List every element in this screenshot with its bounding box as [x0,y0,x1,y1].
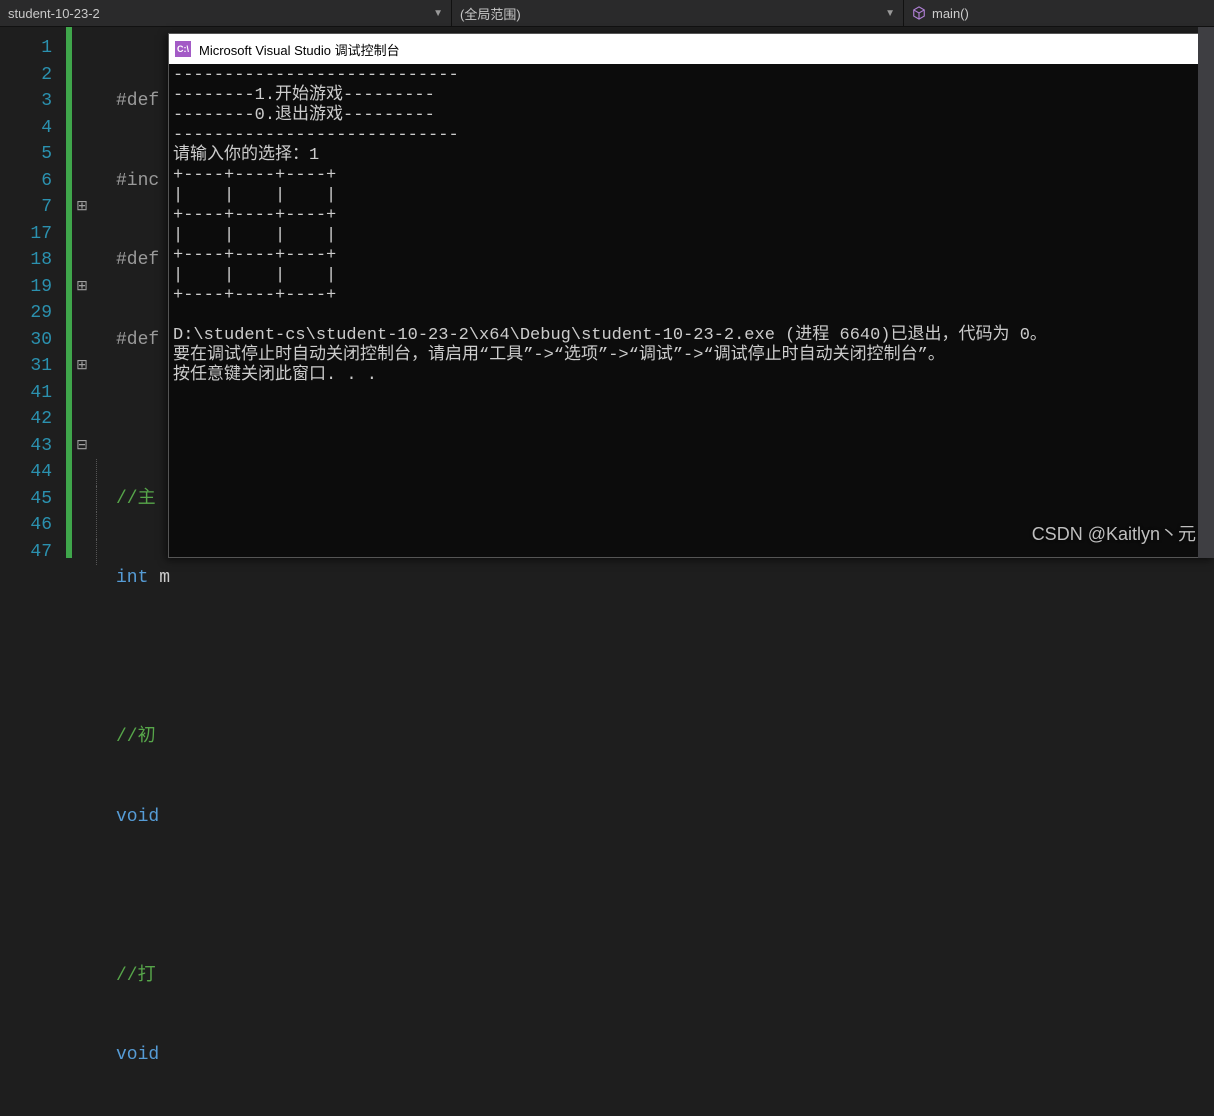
fold-toggle[interactable] [72,512,92,539]
code-token: void [116,1045,159,1065]
code-token: //初 [116,727,156,747]
code-token: #def [116,91,159,111]
console-title-label: Microsoft Visual Studio 调试控制台 [199,40,400,59]
fold-toggle[interactable]: ⊞ [72,194,92,221]
cube-icon [912,6,926,20]
file-selector[interactable]: student-10-23-2 ▼ [0,0,452,26]
fold-toggle[interactable] [72,62,92,89]
line-number: 44 [0,459,52,486]
fold-toggle[interactable]: ⊞ [72,353,92,380]
chevron-down-icon: ▼ [433,8,443,19]
chevron-down-icon: ▼ [885,8,895,19]
line-number: 45 [0,486,52,513]
line-number: 43 [0,433,52,460]
line-number: 31 [0,353,52,380]
fold-toggle[interactable] [72,300,92,327]
code-token: int [116,568,148,588]
line-number: 29 [0,300,52,327]
fold-toggle[interactable] [72,115,92,142]
line-number: 6 [0,168,52,195]
fold-toggle[interactable] [72,35,92,62]
console-titlebar[interactable]: C:\ Microsoft Visual Studio 调试控制台 [169,34,1213,64]
code-token: //主 [116,489,156,509]
line-number: 7 [0,194,52,221]
line-number: 2 [0,62,52,89]
fold-toggle[interactable] [72,486,92,513]
fold-toggle[interactable] [72,327,92,354]
code-token: m [148,568,170,588]
code-token: void [116,807,159,827]
fold-toggle[interactable] [72,459,92,486]
line-number: 5 [0,141,52,168]
fold-toggle[interactable] [72,380,92,407]
fold-toggle[interactable] [72,88,92,115]
scope-selector-label: (全局范围) [460,4,521,23]
fold-toggle[interactable] [72,221,92,248]
fold-toggle[interactable]: ⊞ [72,274,92,301]
fold-toggle[interactable] [72,247,92,274]
line-number: 18 [0,247,52,274]
brace-guide [92,27,110,558]
debug-console-window[interactable]: C:\ Microsoft Visual Studio 调试控制台 ------… [168,33,1214,558]
line-number-gutter: 1 2 3 4 5 6 7 17 18 19 29 30 31 41 42 43… [0,27,66,558]
line-number: 30 [0,327,52,354]
console-scrollbar[interactable] [1198,27,1214,558]
line-number: 47 [0,539,52,566]
fold-toggle[interactable] [72,406,92,433]
member-selector-label: main() [932,6,969,21]
line-number: 17 [0,221,52,248]
scope-selector[interactable]: (全局范围) ▼ [452,0,904,26]
code-token: #def [116,330,159,350]
breadcrumb-bar: student-10-23-2 ▼ (全局范围) ▼ main() [0,0,1214,27]
line-number: 4 [0,115,52,142]
line-number: 1 [0,35,52,62]
code-token: #inc [116,171,159,191]
fold-gutter: ⊞ ⊞ ⊞ ⊟ [72,27,92,558]
line-number: 46 [0,512,52,539]
line-number: 41 [0,380,52,407]
line-number: 42 [0,406,52,433]
fold-toggle[interactable] [72,168,92,195]
line-number: 3 [0,88,52,115]
code-token: //打 [116,966,156,986]
fold-toggle[interactable] [72,141,92,168]
watermark: CSDN @Kaitlyn丶元 [1032,520,1196,546]
vs-icon: C:\ [175,41,191,57]
code-token: #def [116,250,159,270]
file-selector-label: student-10-23-2 [8,6,100,21]
console-output: ---------------------------- --------1.开… [169,64,1213,557]
member-selector[interactable]: main() [904,0,1214,26]
line-number: 19 [0,274,52,301]
fold-toggle[interactable] [72,539,92,566]
fold-toggle[interactable]: ⊟ [72,433,92,460]
